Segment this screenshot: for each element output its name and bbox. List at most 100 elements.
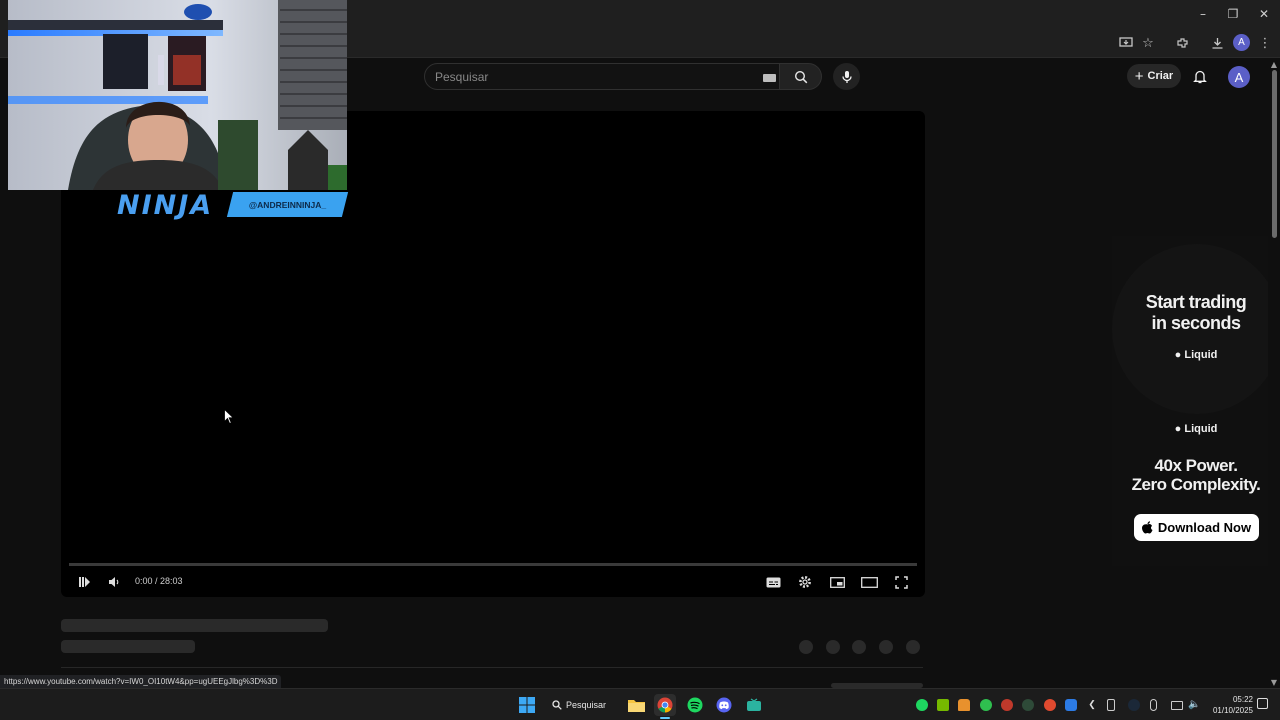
apple-icon (1141, 521, 1153, 534)
ad-headline-line: in seconds (1151, 313, 1241, 333)
volume-icon (109, 577, 119, 587)
taskbar-search[interactable]: Pesquisar (552, 693, 612, 717)
microphone-icon (841, 70, 852, 83)
ad-tagline-line: 40x Power. (1154, 456, 1238, 475)
steam-tray-icon[interactable] (1128, 699, 1140, 711)
spotify-icon (687, 697, 703, 713)
action-skeleton (906, 640, 920, 654)
app-tray-icon[interactable] (1022, 699, 1034, 711)
webcam-overlay (8, 0, 347, 190)
active-app-indicator (660, 717, 670, 719)
browser-menu-icon[interactable]: ⋮ (1255, 33, 1275, 53)
chrome-app[interactable] (654, 694, 676, 716)
divider (61, 667, 923, 668)
ad-tagline-line: Zero Complexity. (1131, 475, 1261, 494)
miniplayer-button[interactable] (828, 573, 846, 591)
browser-profile-avatar[interactable]: A (1233, 34, 1250, 51)
ninja-logo-text: NINJA (117, 190, 214, 221)
security-tray-icon[interactable] (1065, 699, 1077, 711)
subtitles-icon (766, 577, 780, 587)
progress-bar[interactable] (69, 563, 917, 566)
bell-icon (1193, 70, 1207, 83)
streamer-handle: @ANDREINNINJA_ (248, 199, 327, 210)
search-button[interactable] (780, 63, 822, 90)
create-button[interactable]: + Criar (1127, 64, 1181, 88)
chrome-icon (657, 697, 673, 713)
close-window-button[interactable]: ✕ (1249, 4, 1279, 24)
ad-brand-name: Liquid (1184, 349, 1218, 361)
app-tray-icon[interactable]: ❮ (1086, 699, 1098, 711)
scroll-down-arrow[interactable]: ▼ (1269, 678, 1279, 688)
battery-tray-icon[interactable] (1107, 699, 1115, 711)
discord-icon (716, 697, 732, 713)
action-skeleton (879, 640, 893, 654)
minimize-button[interactable]: – (1188, 4, 1218, 24)
search-input[interactable] (435, 69, 735, 85)
time-display: 0:00 / 28:03 (135, 576, 183, 586)
ad-headline: Start trading in seconds (1112, 292, 1280, 334)
windows-taskbar: Pesquisar ❮ 🔈 05:22 01/10/2025 (0, 688, 1280, 720)
download-now-button[interactable]: Download Now (1134, 514, 1259, 541)
ad-headline-line: Start trading (1145, 292, 1247, 312)
ad-brand-logo: ● Liquid (1112, 349, 1280, 361)
streaming-app[interactable] (743, 694, 765, 716)
plus-icon: + (1134, 67, 1144, 85)
streamer-logo-banner: NINJA @ANDREINNINJA_ (117, 190, 349, 221)
channel-skeleton (61, 640, 195, 653)
notifications-button[interactable] (1190, 66, 1210, 86)
action-skeleton (852, 640, 866, 654)
search-icon (794, 70, 807, 83)
title-skeleton (61, 619, 328, 632)
search-box (424, 63, 780, 90)
keyboard-icon[interactable] (763, 74, 776, 82)
play-pause-icon (79, 577, 90, 587)
file-explorer-app[interactable] (625, 694, 647, 716)
start-button[interactable] (516, 694, 538, 716)
miniplayer-icon (829, 576, 845, 588)
notification-center-icon[interactable] (1257, 698, 1268, 709)
bookmark-star-icon[interactable]: ☆ (1138, 33, 1158, 53)
taskbar-search-label: Pesquisar (566, 700, 607, 710)
extensions-icon[interactable] (1172, 33, 1192, 53)
search-icon (552, 700, 562, 710)
settings-button[interactable] (796, 573, 814, 591)
network-tray-icon[interactable] (1171, 701, 1183, 710)
drop-icon: ● (1174, 349, 1182, 361)
drop-icon: ● (1174, 423, 1182, 435)
scrollbar-thumb[interactable] (1272, 70, 1277, 238)
restore-button[interactable]: ❐ (1218, 4, 1248, 24)
spotify-tray-icon[interactable] (916, 699, 928, 711)
theater-icon (860, 576, 878, 588)
taskbar-clock[interactable]: 05:22 01/10/2025 (1207, 694, 1253, 716)
cloud-tray-icon[interactable] (958, 699, 970, 711)
streamer-handle-tag: @ANDREINNINJA_ (226, 192, 349, 217)
scroll-up-arrow[interactable]: ▲ (1269, 60, 1279, 70)
sidebar-ad[interactable]: Start trading in seconds ● Liquid ● Liqu… (1112, 236, 1280, 566)
app-tray-icon[interactable] (1044, 699, 1056, 711)
link-status-url: https://www.youtube.com/watch?v=IW0_OI10… (0, 675, 282, 688)
install-app-icon[interactable] (1116, 33, 1136, 53)
app-tray-icon[interactable] (1001, 699, 1013, 711)
microphone-tray-icon[interactable] (1150, 699, 1157, 711)
play-button[interactable] (77, 573, 93, 591)
account-avatar[interactable]: A (1228, 66, 1250, 88)
folder-icon (627, 700, 645, 712)
voice-search-button[interactable] (833, 63, 860, 90)
mute-button[interactable] (106, 573, 122, 591)
theater-mode-button[interactable] (859, 573, 879, 591)
downloads-icon[interactable] (1207, 33, 1227, 53)
cta-label: Download Now (1157, 520, 1252, 535)
create-label: Criar (1147, 70, 1174, 82)
app-icon (747, 698, 761, 711)
ad-brand-name: Liquid (1184, 423, 1218, 435)
volume-tray-icon[interactable]: 🔈 (1188, 699, 1200, 711)
windows-logo-icon (519, 697, 535, 713)
discord-app[interactable] (713, 694, 735, 716)
spotify-app[interactable] (684, 694, 706, 716)
mouse-cursor-icon (224, 409, 234, 424)
nvidia-tray-icon[interactable] (937, 699, 949, 711)
subtitles-button[interactable] (764, 573, 782, 591)
fullscreen-button[interactable] (892, 573, 910, 591)
clock-date: 01/10/2025 (1212, 706, 1253, 715)
app-tray-icon[interactable] (980, 699, 992, 711)
